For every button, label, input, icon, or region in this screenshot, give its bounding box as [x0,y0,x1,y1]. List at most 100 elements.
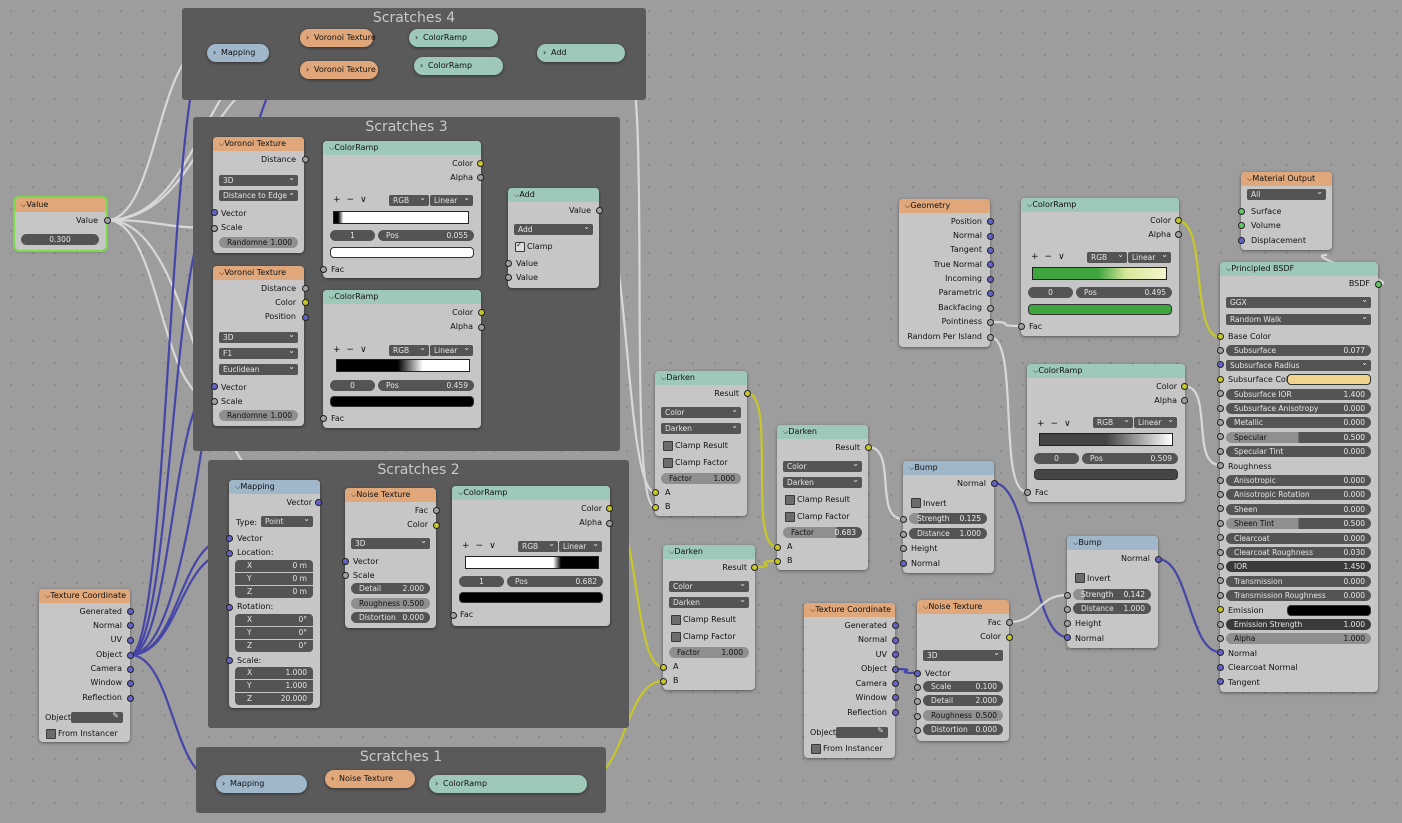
node-socket[interactable] [1216,418,1224,426]
colorramp-node[interactable]: ColorRamp Color Alpha +−∨ RGB Linear 0 P… [323,290,481,428]
node-socket[interactable] [1216,490,1224,498]
node-socket[interactable] [891,621,899,629]
node-socket[interactable] [225,603,233,611]
invert-checkbox[interactable] [911,498,921,508]
node-socket[interactable] [651,503,659,511]
stop-index-field[interactable]: 0 [330,380,375,391]
factor-field[interactable]: Factor 0.683 [783,527,862,538]
node-link[interactable] [1177,219,1221,339]
ramp-tools[interactable]: +−∨ [1037,419,1077,429]
factor-field[interactable]: Factor 1.000 [669,647,749,658]
invert-checkbox[interactable] [1075,573,1085,583]
scale-y-field[interactable]: Y 1.000 [235,680,313,692]
node-socket[interactable] [1216,606,1224,614]
noise-node-collapsed[interactable]: Noise Texture [325,770,415,788]
node-socket[interactable] [1216,577,1224,585]
clamp-factor-checkbox[interactable] [785,512,795,522]
node-socket[interactable] [476,173,484,181]
feature-dropdown[interactable]: Distance to Edge [219,190,298,201]
bsdf-field[interactable]: Transmission 0.000 [1226,575,1371,587]
rotation-z-field[interactable]: Z 0° [235,640,313,652]
node-socket[interactable] [990,479,998,487]
ramp-tools[interactable]: +−∨ [333,195,373,205]
mapping-node-collapsed[interactable]: Mapping [207,44,269,62]
node-link[interactable] [1157,557,1221,654]
roughness-field[interactable]: Roughness 0.500 [351,598,430,609]
node-link[interactable] [1183,384,1221,467]
colorramp-node-collapsed[interactable]: ColorRamp [409,29,498,47]
node-socket[interactable] [891,693,899,701]
node-socket[interactable] [1005,633,1013,641]
data-type-dropdown[interactable]: Color [661,407,741,418]
randomness-field[interactable]: Randomne 1.000 [219,410,298,421]
node-socket[interactable] [449,611,457,619]
principled-bsdf-node[interactable]: Principled BSDF BSDF GGX Random Walk Bas… [1220,262,1378,692]
node-socket[interactable] [986,304,994,312]
node-socket[interactable] [1216,404,1224,412]
node-socket[interactable] [605,504,613,512]
from-instancer-checkbox[interactable] [46,729,56,739]
stop-position-field[interactable]: Pos 0.509 [1082,453,1178,464]
blend-mode-dropdown[interactable]: Darken [669,597,749,608]
node-socket[interactable] [126,665,134,673]
scale-z-field[interactable]: Z 20.000 [235,693,313,705]
node-socket[interactable] [432,521,440,529]
voronoi-texture-node[interactable]: Voronoi Texture Distance 3D Distance to … [213,137,304,253]
mapping-node[interactable]: Mapping Vector Type: Point Vector Locati… [229,480,320,708]
geometry-node[interactable]: Geometry Position Normal Tangent True No… [899,199,990,347]
mix-darken-node[interactable]: Darken Result Color Darken Clamp Result … [777,425,868,570]
node-socket[interactable] [1216,591,1224,599]
bsdf-field[interactable]: Sheen 0.000 [1226,503,1371,515]
clamp-result-checkbox[interactable] [671,615,681,625]
node-socket[interactable] [126,607,134,615]
value-node[interactable]: Value Value 0.300 [13,196,108,252]
node-socket[interactable] [1216,462,1224,470]
node-socket[interactable] [891,708,899,716]
node-socket[interactable] [899,559,907,567]
stop-color-swatch[interactable] [459,592,603,603]
bsdf-field[interactable]: Subsurface IOR 1.400 [1226,388,1371,400]
node-socket[interactable] [341,571,349,579]
subsurface-method-dropdown[interactable]: Random Walk [1226,314,1371,325]
detail-field[interactable]: Detail 2.000 [351,583,430,594]
node-socket[interactable] [1216,361,1224,369]
bsdf-field[interactable]: Subsurface 0.077 [1226,345,1371,357]
bsdf-field[interactable]: Sheen Tint 0.500 [1226,518,1371,530]
bump-node[interactable]: Bump Normal Invert Strength0.125 Distanc… [903,461,994,573]
node-socket[interactable] [126,636,134,644]
node-socket[interactable] [1216,663,1224,671]
node-socket[interactable] [891,636,899,644]
node-socket[interactable] [210,382,218,390]
node-socket[interactable] [605,519,613,527]
target-dropdown[interactable]: All [1247,189,1326,200]
color-ramp-bar[interactable] [1039,433,1173,446]
texture-coordinate-node[interactable]: Texture Coordinate Generated Normal UV O… [804,603,895,758]
colorramp-node[interactable]: ColorRamp Color Alpha +−∨ RGB Linear 1 P… [452,486,610,626]
subsurface-radius-dropdown[interactable]: Subsurface Radius [1226,359,1371,371]
node-socket[interactable] [1154,555,1162,563]
color-mode-dropdown[interactable]: RGB [389,195,429,206]
node-socket[interactable] [103,216,111,224]
node-socket[interactable] [891,679,899,687]
data-type-dropdown[interactable]: Color [783,461,862,472]
node-socket[interactable] [651,488,659,496]
node-socket[interactable] [913,697,921,705]
node-socket[interactable] [1216,519,1224,527]
node-socket[interactable] [476,159,484,167]
mapping-node-collapsed[interactable]: Mapping [216,775,307,793]
stop-position-field[interactable]: Pos 0.495 [1076,287,1172,298]
node-socket[interactable] [659,677,667,685]
stop-index-field[interactable]: 0 [1034,453,1079,464]
rotation-y-field[interactable]: Y 0° [235,627,313,639]
stop-index-field[interactable]: 1 [459,576,504,587]
stop-color-swatch[interactable] [330,247,474,258]
node-socket[interactable] [913,712,921,720]
math-add-node[interactable]: Add Value Add Clamp Value Value [508,188,599,288]
interpolation-dropdown[interactable]: Linear [1128,252,1171,263]
node-socket[interactable] [986,318,994,326]
node-socket[interactable] [913,669,921,677]
stop-position-field[interactable]: Pos 0.459 [378,380,474,391]
node-link[interactable] [746,391,778,549]
node-socket[interactable] [210,397,218,405]
node-socket[interactable] [1180,396,1188,404]
